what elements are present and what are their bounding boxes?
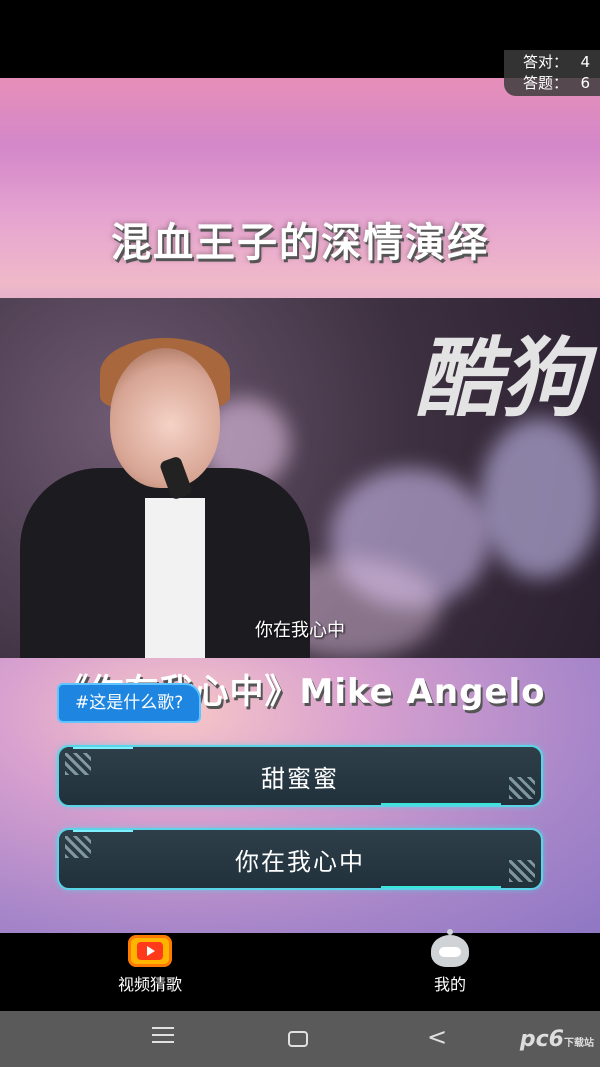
score-panel: 答对： 4 答题： 6 [504, 50, 600, 96]
button-pattern [65, 753, 91, 775]
tab-label: 视频猜歌 [117, 975, 182, 994]
answer-option-1[interactable]: 甜蜜蜜 [57, 745, 543, 807]
button-pattern [509, 777, 535, 799]
watermark-logo: pc6下载站 [519, 1027, 594, 1052]
stage-logo: 酷狗 [415, 329, 587, 429]
tab-label: 我的 [433, 975, 466, 994]
button-accent [73, 747, 133, 749]
bottom-tab-bar: 视频猜歌 我的 [0, 929, 600, 1011]
back-icon[interactable]: < [427, 1025, 447, 1049]
answer-option-2[interactable]: 你在我心中 [57, 828, 543, 890]
answer-option-label: 甜蜜蜜 [261, 764, 339, 793]
tab-video-guess[interactable]: 视频猜歌 [0, 933, 300, 1011]
button-accent [381, 886, 501, 888]
answered-count-row: 答题： 6 [516, 73, 590, 94]
correct-count-label: 答对： [522, 53, 568, 71]
answered-count-label: 答题： [522, 74, 568, 92]
button-accent [73, 830, 133, 832]
profile-icon [431, 929, 469, 967]
menu-icon[interactable] [152, 1027, 174, 1048]
button-pattern [509, 860, 535, 882]
answer-option-label: 你在我心中 [235, 847, 365, 876]
video-title-caption: 混血王子的深情演绎 [111, 220, 489, 266]
system-navigation-bar: < pc6下载站 [0, 1011, 600, 1067]
video-play-icon [128, 935, 172, 967]
answered-count-value: 6 [580, 74, 590, 92]
correct-count-row: 答对： 4 [516, 52, 590, 73]
correct-count-value: 4 [580, 53, 590, 71]
video-subtitle: 你在我心中 [255, 620, 345, 641]
stage-performance-image: 酷狗 你在我心中 [0, 298, 600, 658]
home-icon[interactable] [288, 1031, 308, 1047]
button-accent [381, 803, 501, 805]
tab-mine[interactable]: 我的 [300, 929, 600, 1011]
button-pattern [65, 836, 91, 858]
question-tag: #这是什么歌? [57, 683, 202, 723]
